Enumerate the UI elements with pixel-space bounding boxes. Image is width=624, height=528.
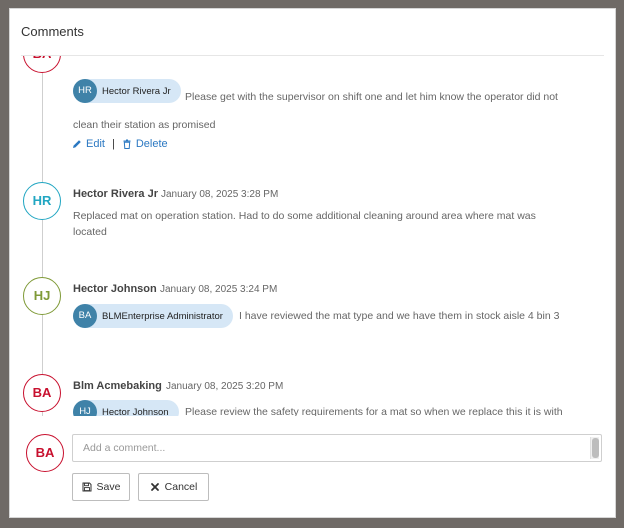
mention-name: BLMEnterprise Administrator [102, 310, 223, 322]
scrollbar-thumb[interactable] [592, 438, 599, 458]
mention-avatar: BA [73, 304, 97, 328]
mention-chip[interactable]: BA BLMEnterprise Administrator [73, 304, 233, 328]
delete-link[interactable]: Delete [122, 138, 168, 150]
comment-feed[interactable]: BA HR Hector Rivera Jr Please get with t… [10, 56, 615, 416]
panel-title: Comments [21, 24, 84, 39]
avatar: BA [23, 374, 61, 412]
edit-label: Edit [86, 138, 105, 150]
comment-date: January 08, 2025 3:20 PM [166, 381, 284, 392]
comment-author: Blm Acmebaking [73, 380, 162, 392]
comment-input-wrapper [72, 434, 602, 462]
comment-text: Please review the safety requirements fo… [185, 406, 563, 416]
comments-panel: Comments BA HR Hector Rivera Jr Please g… [9, 8, 616, 518]
mention-chip[interactable]: HJ Hector Johnson [73, 400, 179, 416]
floppy-disk-icon [82, 482, 92, 492]
comment-text: I have reviewed the mat type and we have… [239, 310, 560, 322]
timeline-line [42, 56, 43, 416]
action-separator: | [111, 138, 115, 150]
pencil-icon [73, 140, 81, 148]
save-button[interactable]: Save [72, 473, 130, 501]
edit-link[interactable]: Edit [72, 138, 105, 150]
cancel-button[interactable]: Cancel [138, 473, 209, 501]
composer-avatar: BA [26, 434, 64, 472]
delete-label: Delete [135, 138, 168, 150]
avatar: BA [23, 56, 61, 73]
mention-avatar: HJ [73, 400, 97, 416]
avatar: HR [23, 182, 61, 220]
close-icon [150, 483, 159, 491]
mention-name: Hector Johnson [102, 406, 169, 417]
comment-author: Hector Johnson [73, 283, 157, 295]
trash-icon [123, 139, 131, 149]
avatar: HJ [23, 277, 61, 315]
comment-date: January 08, 2025 3:24 PM [160, 284, 278, 295]
input-scrollbar[interactable] [590, 437, 599, 459]
comment-text: Please get with the supervisor on shift … [73, 91, 558, 131]
comment-date: January 08, 2025 3:28 PM [161, 189, 279, 200]
cancel-label: Cancel [164, 481, 198, 493]
comment-text: Replaced mat on operation station. Had t… [73, 210, 536, 238]
comment-actions: Edit | Delete [72, 138, 168, 150]
comment-author: Hector Rivera Jr [73, 188, 158, 200]
save-label: Save [96, 481, 121, 493]
comment-input[interactable] [73, 435, 585, 461]
